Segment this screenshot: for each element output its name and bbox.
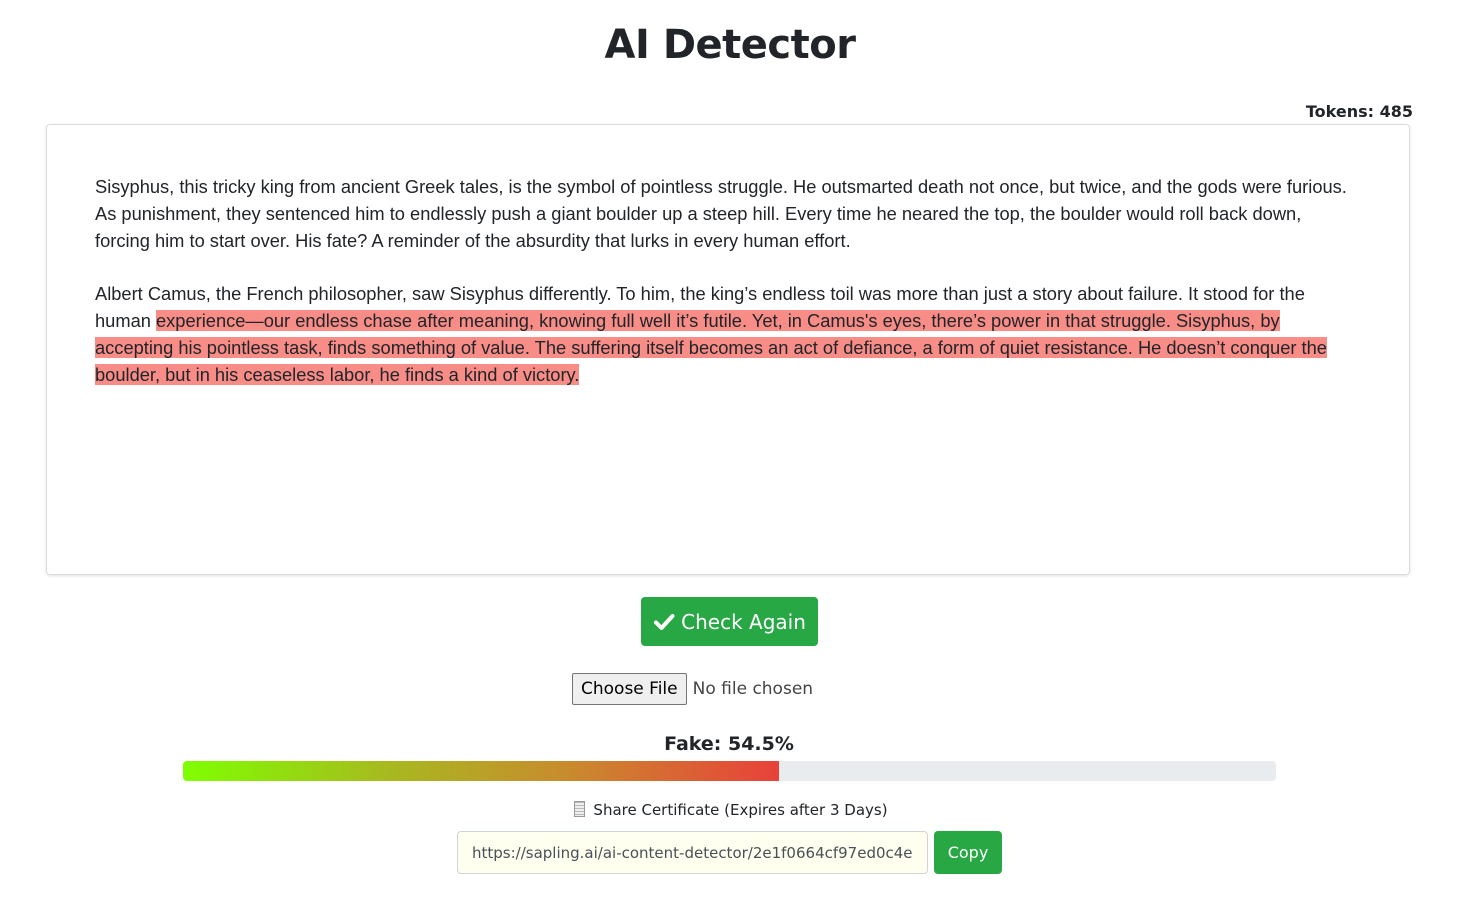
share-url-row: Copy bbox=[457, 831, 1002, 874]
copy-button[interactable]: Copy bbox=[934, 831, 1002, 874]
highlighted-ai-text: experience—our endless chase after meani… bbox=[95, 310, 1327, 385]
token-count: Tokens: 485 bbox=[1305, 102, 1413, 121]
paragraph-1: Sisyphus, this tricky king from ancient … bbox=[95, 176, 1347, 251]
file-upload: Choose File No file chosen bbox=[572, 673, 813, 705]
check-again-label: Check Again bbox=[681, 609, 806, 634]
file-status: No file chosen bbox=[692, 679, 814, 699]
page-title: AI Detector bbox=[604, 22, 856, 68]
ai-detector-page: AI Detector Tokens: 485 Sisyphus, this t… bbox=[0, 0, 1483, 897]
share-certificate-label: Share Certificate (Expires after 3 Days) bbox=[593, 801, 888, 819]
text-editor[interactable]: Sisyphus, this tricky king from ancient … bbox=[46, 124, 1410, 575]
fake-score-bar-fill bbox=[183, 761, 779, 781]
choose-file-button[interactable]: Choose File bbox=[572, 673, 687, 705]
check-icon bbox=[653, 611, 675, 633]
share-url-input[interactable] bbox=[457, 831, 928, 874]
check-again-button[interactable]: Check Again bbox=[641, 597, 818, 646]
document-icon bbox=[574, 801, 586, 817]
fake-score-bar bbox=[183, 761, 1276, 781]
share-certificate: Share Certificate (Expires after 3 Days) bbox=[0, 801, 1462, 819]
paragraph-2: Albert Camus, the French philosopher, sa… bbox=[95, 280, 1361, 388]
fake-score-label: Fake: 54.5% bbox=[664, 733, 794, 755]
